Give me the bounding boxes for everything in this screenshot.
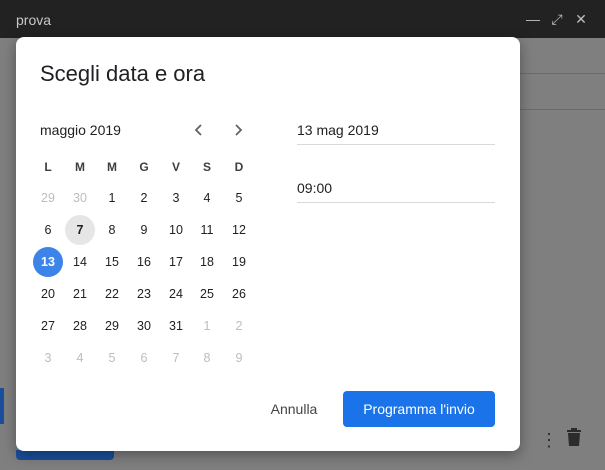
calendar-day[interactable]: 31 xyxy=(161,311,191,341)
calendar-day[interactable]: 4 xyxy=(65,343,95,373)
calendar-day[interactable]: 28 xyxy=(65,311,95,341)
calendar-day[interactable]: 27 xyxy=(33,311,63,341)
chevron-left-icon[interactable] xyxy=(189,120,209,140)
weekday-label: S xyxy=(202,160,211,174)
calendar-day[interactable]: 13 xyxy=(33,247,63,277)
weekday-label: V xyxy=(171,160,180,174)
calendar-day[interactable]: 17 xyxy=(161,247,191,277)
calendar-day[interactable]: 15 xyxy=(97,247,127,277)
expand-icon[interactable]: ⤢ xyxy=(549,11,565,27)
calendar-day[interactable]: 22 xyxy=(97,279,127,309)
divider xyxy=(520,73,605,74)
calendar-day[interactable]: 5 xyxy=(97,343,127,373)
trash-icon[interactable] xyxy=(566,428,582,451)
calendar-day[interactable]: 18 xyxy=(192,247,222,277)
calendar-day[interactable]: 29 xyxy=(97,311,127,341)
calendar-day[interactable]: 10 xyxy=(161,215,191,245)
schedule-send-button[interactable]: Programma l'invio xyxy=(343,391,495,427)
calendar-day[interactable]: 30 xyxy=(65,183,95,213)
calendar-day[interactable]: 3 xyxy=(161,183,191,213)
calendar-day[interactable]: 14 xyxy=(65,247,95,277)
calendar-day[interactable]: 2 xyxy=(129,183,159,213)
calendar-day[interactable]: 19 xyxy=(224,247,254,277)
window-titlebar: prova ― ⤢ ✕ xyxy=(0,0,605,38)
calendar-day[interactable]: 29 xyxy=(33,183,63,213)
calendar-day[interactable]: 7 xyxy=(65,215,95,245)
calendar-day[interactable]: 20 xyxy=(33,279,63,309)
chevron-right-icon[interactable] xyxy=(228,120,248,140)
send-button-edge xyxy=(0,388,4,424)
divider xyxy=(520,109,605,110)
calendar-day[interactable]: 4 xyxy=(192,183,222,213)
calendar-day[interactable]: 26 xyxy=(224,279,254,309)
calendar-day[interactable]: 6 xyxy=(129,343,159,373)
calendar-day[interactable]: 16 xyxy=(129,247,159,277)
more-vert-icon[interactable]: ⋮ xyxy=(540,430,558,451)
calendar-day[interactable]: 7 xyxy=(161,343,191,373)
weekday-label: M xyxy=(107,160,117,174)
calendar-day[interactable]: 8 xyxy=(97,215,127,245)
time-field[interactable]: 09:00 xyxy=(297,180,495,203)
weekday-label: M xyxy=(75,160,85,174)
send-button-partial xyxy=(16,450,114,460)
calendar-day[interactable]: 1 xyxy=(192,311,222,341)
schedule-dialog: Scegli data e ora maggio 2019 LMMGVSD 29… xyxy=(16,37,520,451)
calendar-day[interactable]: 21 xyxy=(65,279,95,309)
calendar-day[interactable]: 3 xyxy=(33,343,63,373)
calendar-day[interactable]: 30 xyxy=(129,311,159,341)
calendar-day[interactable]: 8 xyxy=(192,343,222,373)
date-field[interactable]: 13 mag 2019 xyxy=(297,122,495,145)
calendar-day[interactable]: 2 xyxy=(224,311,254,341)
weekday-label: G xyxy=(139,160,149,174)
calendar-day[interactable]: 1 xyxy=(97,183,127,213)
calendar-day[interactable]: 6 xyxy=(33,215,63,245)
calendar-day[interactable]: 23 xyxy=(129,279,159,309)
window-title: prova xyxy=(16,12,52,28)
calendar-day[interactable]: 25 xyxy=(192,279,222,309)
cancel-button[interactable]: Annulla xyxy=(259,393,329,425)
close-icon[interactable]: ✕ xyxy=(573,11,589,27)
minimize-icon[interactable]: ― xyxy=(525,11,541,27)
calendar-day[interactable]: 24 xyxy=(161,279,191,309)
calendar-day[interactable]: 11 xyxy=(192,215,222,245)
month-label: maggio 2019 xyxy=(40,122,121,138)
calendar-day[interactable]: 12 xyxy=(224,215,254,245)
dialog-title: Scegli data e ora xyxy=(40,61,206,86)
calendar-day[interactable]: 9 xyxy=(129,215,159,245)
weekday-label: D xyxy=(234,160,244,174)
weekday-label: L xyxy=(44,160,52,174)
calendar-day[interactable]: 9 xyxy=(224,343,254,373)
calendar-day[interactable]: 5 xyxy=(224,183,254,213)
